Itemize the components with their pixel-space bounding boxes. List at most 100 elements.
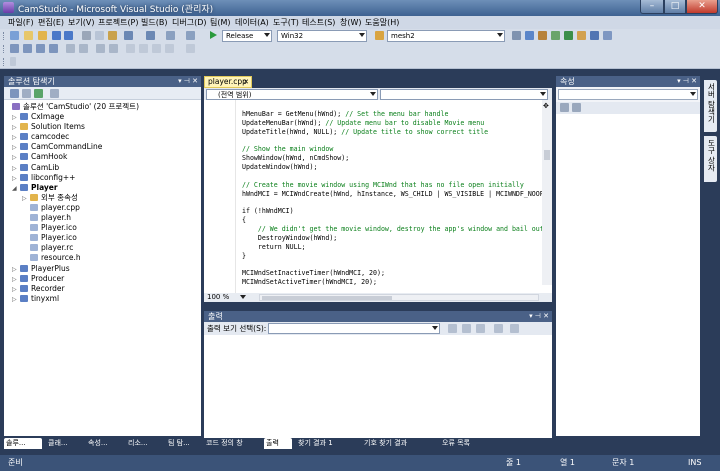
object-browser-icon[interactable] [551, 31, 560, 40]
tab-code-definition[interactable]: 코드 정의 창 [204, 438, 262, 449]
find-combo[interactable]: mesh2 [387, 30, 505, 42]
view-class-diagram-icon[interactable] [50, 89, 59, 98]
tree-item[interactable]: player.cpp [22, 203, 80, 213]
start-page-icon[interactable] [577, 31, 586, 40]
find-message-icon[interactable] [448, 324, 457, 333]
tab-property-manager[interactable]: 속성... [86, 438, 124, 449]
vertical-scrollbar[interactable]: ✥ [542, 100, 552, 285]
tab-error-list[interactable]: 오류 목록 [440, 438, 494, 449]
cut-icon[interactable] [82, 31, 91, 40]
member-select[interactable] [380, 89, 548, 100]
tree-item[interactable]: ▷ tinyxml [12, 294, 59, 304]
tab-find-symbol-results[interactable]: 기호 찾기 결과 [362, 438, 434, 449]
scroll-thumb[interactable] [262, 296, 392, 300]
tree-item[interactable]: Player.ico [22, 223, 77, 233]
outdent-icon[interactable] [66, 44, 75, 53]
toolbar-options-icon[interactable] [186, 44, 195, 53]
tab-class-view[interactable]: 클래... [46, 438, 84, 449]
zoom-level[interactable]: 100 % [207, 293, 229, 302]
tree-item[interactable]: ▷ CamHook [12, 152, 67, 162]
tab-output[interactable]: 출력 [264, 438, 292, 449]
scroll-thumb[interactable] [544, 150, 550, 160]
toolbar-grip[interactable] [3, 32, 6, 40]
tree-item[interactable]: ▷ CxImage [12, 112, 64, 122]
code-editor[interactable]: hMenuBar = GetMenu(hWnd); // Set the men… [204, 100, 552, 293]
property-grid[interactable] [556, 114, 700, 436]
tab-resource-view[interactable]: 리소... [126, 438, 164, 449]
expander-icon[interactable]: ◢ [12, 184, 20, 194]
clear-bookmarks-icon[interactable] [165, 44, 174, 53]
tab-player-cpp[interactable]: player.cpp ✕ [204, 76, 252, 88]
properties-object-select[interactable] [558, 89, 698, 100]
maximize-button[interactable]: □ [664, 0, 686, 14]
undo-icon[interactable] [124, 31, 133, 40]
menu-view[interactable]: 보기(V) [68, 17, 94, 28]
tree-item[interactable]: ▷ CamLib [12, 163, 59, 173]
tree-item[interactable]: ▷ camcodec [12, 132, 69, 142]
tab-find-results-1[interactable]: 찾기 결과 1 [296, 438, 360, 449]
extension-manager-icon[interactable] [564, 31, 573, 40]
horizontal-scrollbar[interactable] [259, 294, 539, 301]
redo-icon[interactable] [146, 31, 155, 40]
menu-window[interactable]: 창(W) [340, 17, 362, 28]
next-bookmark-icon[interactable] [152, 44, 161, 53]
tree-item[interactable]: Player.ico [22, 233, 77, 243]
tree-item[interactable]: ▷ Recorder [12, 284, 65, 294]
close-icon[interactable]: ✕ [243, 77, 249, 87]
save-icon[interactable] [52, 31, 61, 40]
tab-solution-explorer[interactable]: 솔루... [4, 438, 42, 449]
save-all-icon[interactable] [64, 31, 73, 40]
paste-icon[interactable] [108, 31, 117, 40]
uncomment-icon[interactable] [109, 44, 118, 53]
object-members-icon[interactable] [10, 44, 19, 53]
tab-team-explorer[interactable]: 팀 탐... [166, 438, 200, 449]
toolbar-options-icon[interactable] [10, 57, 16, 66]
solution-root[interactable]: 솔루션 'CamStudio' (20 프로젝트) [12, 102, 139, 112]
properties-icon[interactable] [538, 31, 547, 40]
categorized-icon[interactable] [560, 103, 569, 112]
refresh-icon[interactable] [34, 89, 43, 98]
tree-item[interactable]: ▷ Solution Items [12, 122, 85, 132]
menu-debug[interactable]: 디버그(D) [172, 17, 206, 28]
find-in-files-icon[interactable] [375, 31, 384, 40]
solution-explorer-icon[interactable] [525, 31, 534, 40]
split-icon[interactable]: ✥ [543, 102, 549, 110]
menu-project[interactable]: 프로젝트(P) [98, 17, 139, 28]
configuration-select[interactable]: Release [222, 30, 272, 42]
toolbox-icon[interactable] [512, 31, 521, 40]
close-button[interactable]: ✕ [686, 0, 718, 14]
tab-server-explorer[interactable]: 서버 탐색기 [704, 80, 717, 132]
tree-item[interactable]: ◢ Player [12, 183, 58, 193]
clear-all-icon[interactable] [494, 324, 503, 333]
previous-message-icon[interactable] [462, 324, 471, 333]
panel-pin-close-icon[interactable]: ▾ ⊣ ✕ [677, 76, 697, 87]
toolbar-grip[interactable] [3, 58, 6, 66]
zoom-dropdown-icon[interactable] [240, 295, 246, 299]
menu-test[interactable]: 테스트(S) [302, 17, 335, 28]
tree-item[interactable]: player.rc [22, 243, 73, 253]
menu-tools[interactable]: 도구(T) [273, 17, 299, 28]
previous-bookmark-icon[interactable] [139, 44, 148, 53]
tree-item[interactable]: resource.h [22, 253, 81, 263]
open-folder-icon[interactable] [38, 31, 47, 40]
menu-data[interactable]: 데이터(A) [235, 17, 269, 28]
tree-item[interactable]: ▷ PlayerPlus [12, 264, 70, 274]
toggle-bookmark-icon[interactable] [126, 44, 135, 53]
navigate-forward-icon[interactable] [186, 31, 195, 40]
tab-toolbox[interactable]: 도구 상자 [704, 136, 717, 182]
tree-item[interactable]: ▷ 외부 종속성 [22, 193, 78, 203]
parameter-info-icon[interactable] [23, 44, 32, 53]
output-source-select[interactable] [268, 323, 440, 334]
code-text[interactable]: hMenuBar = GetMenu(hWnd); // Set the men… [242, 110, 542, 290]
comment-out-icon[interactable] [96, 44, 105, 53]
scope-select[interactable]: (전역 범위) [206, 89, 378, 100]
menu-file[interactable]: 파일(F) [8, 17, 34, 28]
expander-icon[interactable]: ▷ [12, 295, 20, 305]
next-message-icon[interactable] [476, 324, 485, 333]
panel-pin-close-icon[interactable]: ▾ ⊣ ✕ [529, 311, 549, 322]
menu-help[interactable]: 도움말(H) [365, 17, 399, 28]
indent-icon[interactable] [79, 44, 88, 53]
platform-select[interactable]: Win32 [277, 30, 367, 42]
menu-edit[interactable]: 편집(E) [38, 17, 64, 28]
copy-icon[interactable] [95, 31, 104, 40]
